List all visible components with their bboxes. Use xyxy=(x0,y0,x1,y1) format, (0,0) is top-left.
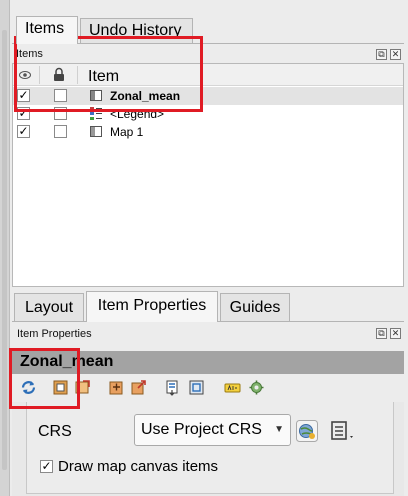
atlas-map-icon[interactable] xyxy=(164,379,181,396)
close-icon: ✕ xyxy=(391,328,400,338)
temporal-settings-icon[interactable] xyxy=(248,379,265,396)
item-row-map-1[interactable]: ✓ Map 1 xyxy=(13,123,403,141)
close-icon: ✕ xyxy=(391,49,400,59)
float-button[interactable]: ⧉ xyxy=(376,49,387,60)
tab-item-properties[interactable]: Item Properties xyxy=(86,291,218,322)
tab-layout[interactable]: Layout xyxy=(14,293,84,321)
visibility-checkbox[interactable]: ✓ xyxy=(17,125,30,138)
tab-layout-label: Layout xyxy=(24,299,74,316)
float-icon: ⧉ xyxy=(378,49,385,59)
close-button[interactable]: ✕ xyxy=(390,328,401,339)
map-theme-icon[interactable] xyxy=(330,420,358,442)
tab-guides[interactable]: Guides xyxy=(220,293,290,321)
left-scroll-strip[interactable] xyxy=(0,0,10,496)
tab-item-properties-label: Item Properties xyxy=(97,297,207,314)
float-icon: ⧉ xyxy=(378,328,385,338)
export-icon[interactable] xyxy=(130,379,147,396)
highlight-box-toolbar xyxy=(9,348,80,409)
item-properties-dock-title: Item Properties xyxy=(17,328,92,340)
dropdown-arrow-icon: ▼ xyxy=(274,424,284,435)
tab-items-label: Items xyxy=(25,20,65,37)
crs-select[interactable]: Use Project CRS ▼ xyxy=(134,414,291,446)
map-item-icon xyxy=(90,126,102,137)
close-button[interactable]: ✕ xyxy=(390,49,401,60)
highlight-box-items xyxy=(14,36,203,112)
label-settings-icon[interactable] xyxy=(224,379,241,396)
crs-label: CRS xyxy=(38,423,72,440)
overview-icon[interactable] xyxy=(188,379,205,396)
lock-checkbox[interactable] xyxy=(54,125,67,138)
float-button[interactable]: ⧉ xyxy=(376,328,387,339)
item-name: Map 1 xyxy=(110,125,144,139)
tab-items[interactable]: Items xyxy=(16,16,78,44)
draw-map-canvas-items-label: Draw map canvas items xyxy=(58,458,219,475)
crs-select-value: Use Project CRS xyxy=(141,421,262,438)
crs-selector-icon[interactable] xyxy=(296,420,318,442)
scrollbar-handle[interactable] xyxy=(2,30,7,470)
draw-map-canvas-items-checkbox[interactable]: ✓ xyxy=(40,460,53,473)
move-content-icon[interactable] xyxy=(108,379,125,396)
tab-guides-label: Guides xyxy=(229,299,281,316)
